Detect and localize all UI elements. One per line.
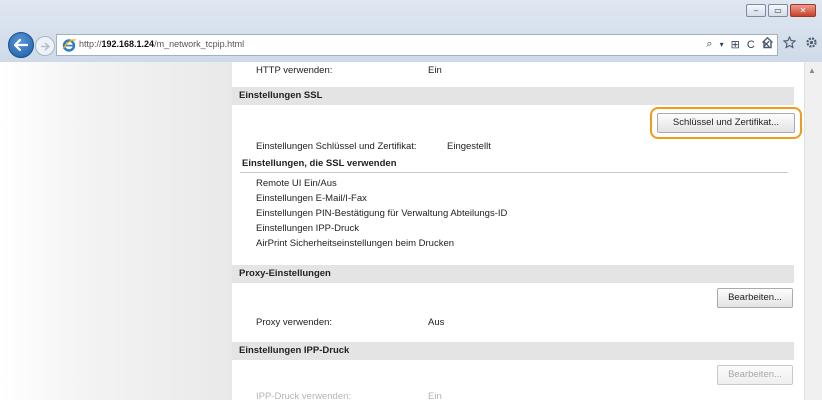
toolbar-icons xyxy=(761,36,818,49)
list-item: Einstellungen PIN-Bestätigung für Verwal… xyxy=(256,208,508,219)
minimize-button[interactable]: – xyxy=(746,4,766,17)
dropdown-icon[interactable]: ▾ xyxy=(720,40,724,49)
home-icon[interactable] xyxy=(761,36,774,49)
ipp-use-value: Ein xyxy=(428,391,442,402)
list-item: Einstellungen IPP-Druck xyxy=(256,223,359,234)
refresh-icon[interactable]: C xyxy=(747,39,755,51)
maximize-icon: ▭ xyxy=(774,5,782,15)
maximize-button[interactable]: ▭ xyxy=(768,4,788,17)
vertical-scrollbar[interactable]: ▲ xyxy=(804,62,822,400)
ie-logo-icon xyxy=(62,39,76,52)
ipp-use-label: IPP-Druck verwenden: xyxy=(256,391,352,402)
url-path: /m_network_tcpip.html xyxy=(154,39,245,49)
browser-chrome: – ▭ ✕ http://192.168.1.24/m_network_tcpi… xyxy=(0,0,822,62)
ipp-section-title: Einstellungen IPP-Druck xyxy=(239,345,350,356)
proxy-edit-button[interactable]: Bearbeiten... xyxy=(717,288,793,308)
proxy-use-value: Aus xyxy=(428,317,445,328)
ipp-edit-button[interactable]: Bearbeiten... xyxy=(717,365,793,385)
key-certificate-label: Einstellungen Schlüssel und Zertifikat: xyxy=(256,141,417,152)
key-certificate-button[interactable]: Schlüssel und Zertifikat... xyxy=(657,113,795,133)
http-use-value: Ein xyxy=(428,65,442,76)
forward-button[interactable] xyxy=(35,36,55,56)
settings-content: HTTP verwenden: Ein Einstellungen SSL Sc… xyxy=(232,62,802,402)
url-host: 192.168.1.24 xyxy=(101,39,155,49)
search-icon[interactable]: ⌕ xyxy=(706,38,712,51)
ssl-section-title: Einstellungen SSL xyxy=(239,90,323,101)
close-icon: ✕ xyxy=(799,5,807,15)
ipp-section-header: Einstellungen IPP-Druck xyxy=(232,342,794,360)
ssl-usage-title: Einstellungen, die SSL verwenden xyxy=(242,158,397,169)
minimize-icon: – xyxy=(753,5,759,15)
favorites-star-icon[interactable] xyxy=(783,36,796,49)
list-item: AirPrint Sicherheitseinstellungen beim D… xyxy=(256,238,455,249)
proxy-section-title: Proxy-Einstellungen xyxy=(239,268,331,279)
forward-arrow-icon xyxy=(41,41,50,51)
proxy-use-label: Proxy verwenden: xyxy=(256,317,333,328)
url-text[interactable]: http://192.168.1.24/m_network_tcpip.html xyxy=(79,39,244,49)
scroll-up-arrow-icon[interactable]: ▲ xyxy=(808,66,816,75)
url-prefix: http:// xyxy=(79,39,102,49)
compatibility-icon[interactable]: ⊞ xyxy=(731,38,740,51)
back-arrow-icon xyxy=(14,39,28,51)
address-bar[interactable]: http://192.168.1.24/m_network_tcpip.html… xyxy=(56,34,778,56)
back-button[interactable] xyxy=(8,32,34,58)
page-viewport: HTTP verwenden: Ein Einstellungen SSL Sc… xyxy=(0,62,822,402)
key-certificate-value: Eingestellt xyxy=(447,141,491,152)
left-navigation-pane xyxy=(0,62,232,400)
close-window-button[interactable]: ✕ xyxy=(790,4,816,17)
list-item: Remote UI Ein/Aus xyxy=(256,178,337,189)
http-use-label: HTTP verwenden: xyxy=(256,65,333,76)
proxy-section-header: Proxy-Einstellungen xyxy=(232,265,794,283)
ssl-usage-subheader: Einstellungen, die SSL verwenden xyxy=(240,157,788,173)
list-item: Einstellungen E-Mail/I-Fax xyxy=(256,193,367,204)
window-controls: – ▭ ✕ xyxy=(746,4,816,17)
gear-icon[interactable] xyxy=(805,36,818,49)
ssl-section-header: Einstellungen SSL xyxy=(232,87,794,105)
